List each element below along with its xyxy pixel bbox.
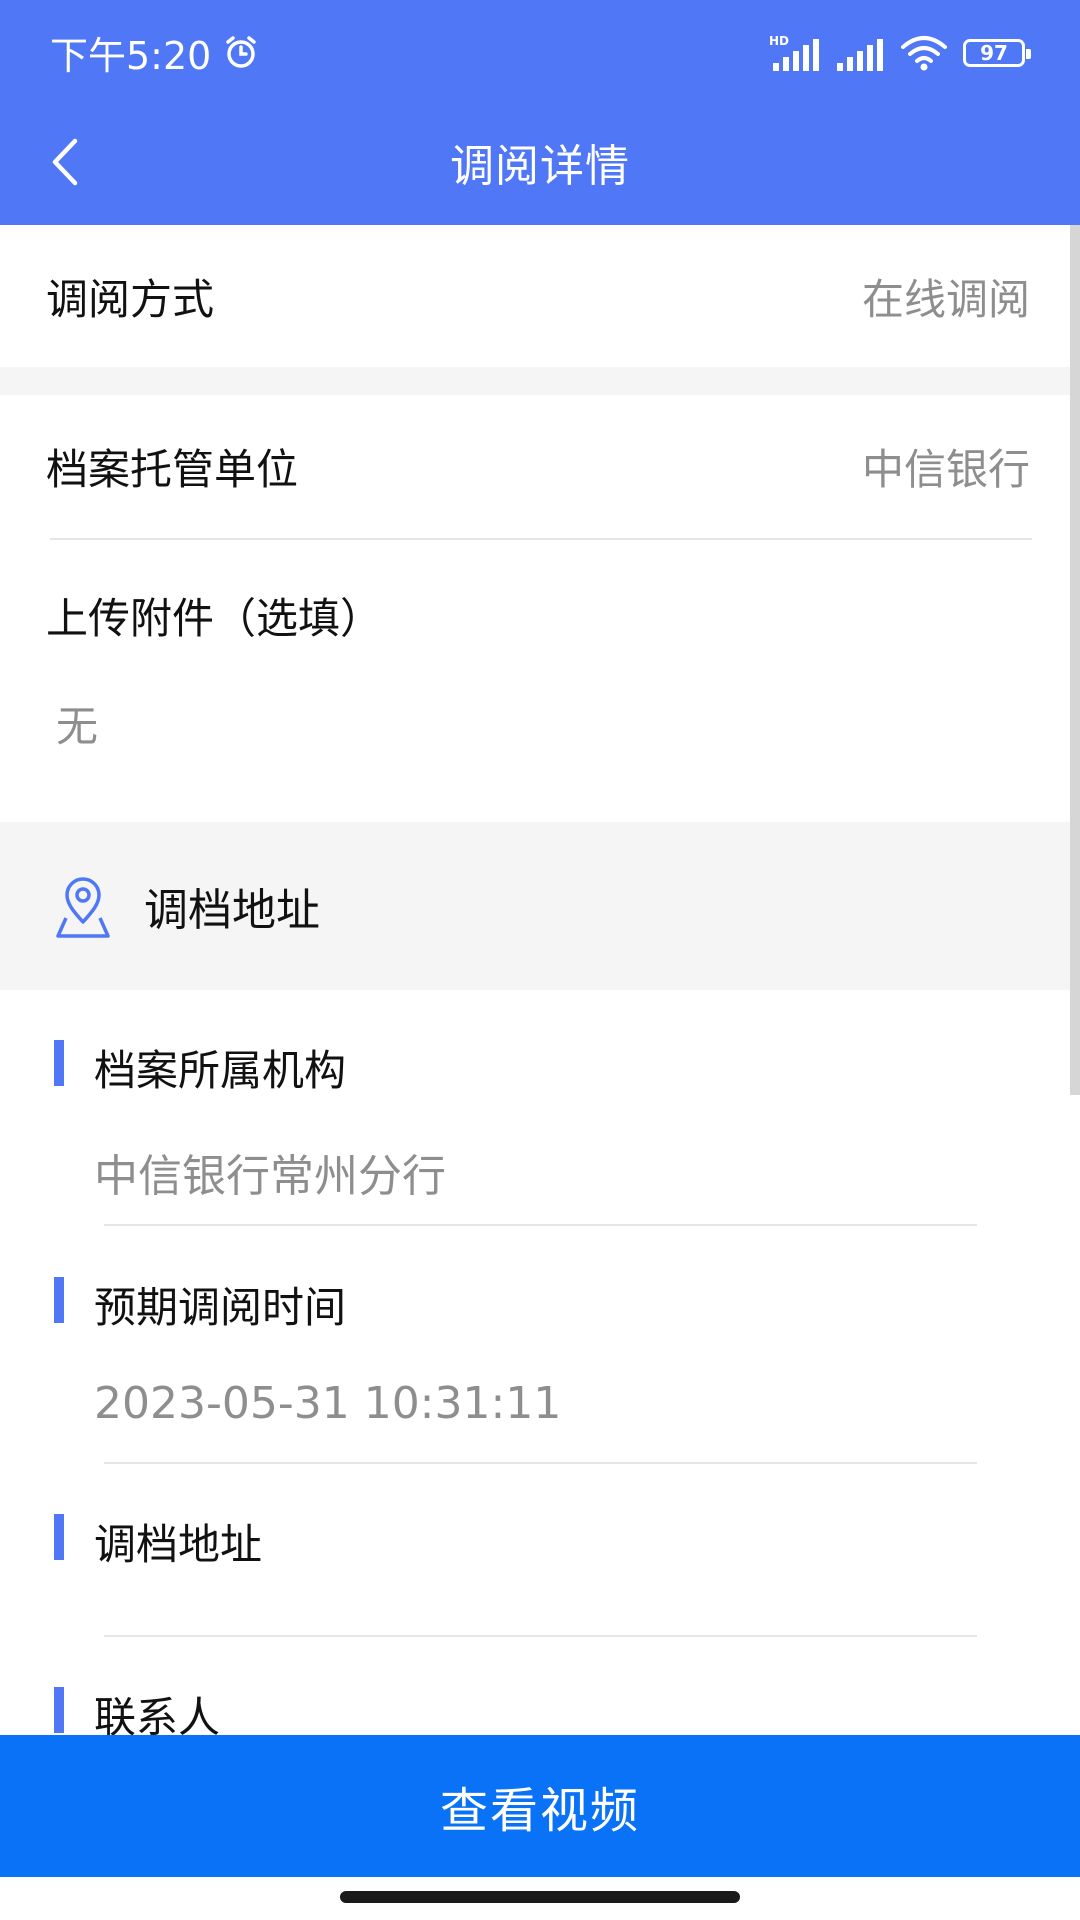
address-section-header: 调档地址 xyxy=(0,822,1080,990)
field-accent-bar xyxy=(54,1040,64,1086)
signal-hd-icon: HD xyxy=(769,34,819,71)
field-accent-bar xyxy=(54,1277,64,1323)
divider xyxy=(104,1635,977,1637)
attachment-value: 无 xyxy=(56,702,99,751)
signal-icon xyxy=(837,39,883,71)
page-title: 调阅详情 xyxy=(450,141,630,192)
scrollbar[interactable] xyxy=(1070,225,1080,1095)
wifi-icon xyxy=(901,36,947,71)
divider xyxy=(104,1224,977,1226)
status-bar-right: HD 97 xyxy=(769,28,1031,78)
hd-label: HD xyxy=(769,34,789,48)
status-bar-left: 下午5:20 xyxy=(50,24,259,80)
view-video-button[interactable]: 查看视频 xyxy=(0,1735,1080,1877)
expected-time-value: 2023-05-31 10:31:11 xyxy=(94,1378,562,1429)
custodian-row: 档案托管单位 中信银行 xyxy=(0,395,1080,537)
field-accent-bar xyxy=(54,1687,64,1733)
address-section-title: 调档地址 xyxy=(144,885,320,936)
custodian-label: 档案托管单位 xyxy=(46,444,299,494)
institution-label: 档案所属机构 xyxy=(94,1046,347,1095)
divider xyxy=(50,538,1032,540)
section-gap xyxy=(0,367,1080,395)
app-header: 下午5:20 HD 97 调阅详情 xyxy=(0,0,1080,225)
expected-time-label: 预期调阅时间 xyxy=(94,1283,347,1332)
method-value: 在线调阅 xyxy=(861,274,1030,324)
method-row: 调阅方式 在线调阅 xyxy=(0,225,1080,367)
method-label: 调阅方式 xyxy=(46,274,215,324)
address-card xyxy=(0,990,1080,1735)
divider xyxy=(104,1462,977,1464)
field-accent-bar xyxy=(54,1514,64,1560)
home-indicator[interactable] xyxy=(340,1891,740,1903)
address-label: 调档地址 xyxy=(94,1520,263,1569)
location-pin-icon xyxy=(56,877,110,938)
status-time: 下午5:20 xyxy=(50,33,212,78)
attachment-label: 上传附件（选填） xyxy=(46,594,383,643)
battery-level: 97 xyxy=(980,41,1008,65)
institution-value: 中信银行常州分行 xyxy=(94,1151,446,1202)
custodian-value: 中信银行 xyxy=(861,444,1030,494)
alarm-icon xyxy=(226,36,257,68)
battery-icon: 97 xyxy=(963,39,1031,67)
